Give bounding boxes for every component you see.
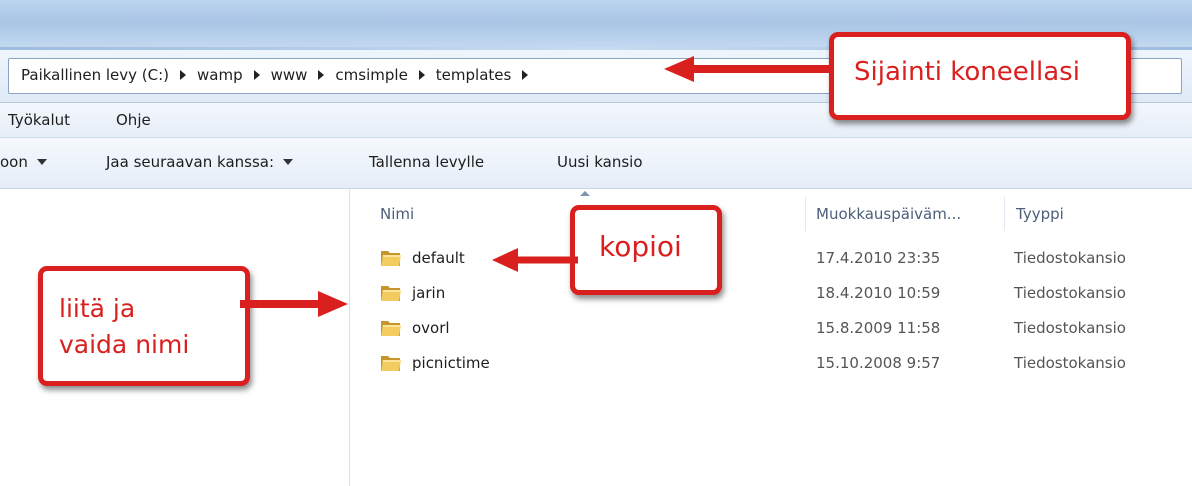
annotation-paste: liitä ja vaida nimi	[38, 266, 250, 386]
annotation-location-text: Sijainti koneellasi	[854, 57, 1080, 87]
burn-label: Tallenna levylle	[369, 153, 485, 171]
sort-ascending-icon	[580, 191, 590, 196]
organize-button[interactable]: oon	[0, 153, 47, 171]
share-with-button[interactable]: Jaa seuraavan kanssa:	[106, 153, 294, 171]
breadcrumb: Paikallinen levy (C:) wamp www cmsimple …	[21, 66, 539, 84]
organize-label: oon	[0, 153, 28, 171]
folder-icon	[381, 321, 401, 336]
annotation-paste-line1: liitä ja	[59, 294, 136, 323]
column-header-type[interactable]: Tyyppi	[1016, 205, 1064, 223]
folder-icon	[381, 286, 401, 301]
folder-icon	[381, 356, 401, 371]
annotation-paste-text: liitä ja vaida nimi	[59, 291, 189, 363]
chevron-right-icon[interactable]	[318, 70, 325, 80]
new-folder-label: Uusi kansio	[557, 153, 643, 171]
menu-tools[interactable]: Työkalut	[8, 111, 70, 129]
file-type: Tiedostokansio	[1014, 249, 1126, 267]
column-header-name[interactable]: Nimi	[380, 205, 414, 223]
annotation-copy: kopioi	[570, 205, 722, 295]
file-name: picnictime	[412, 354, 490, 372]
chevron-right-icon[interactable]	[180, 70, 187, 80]
file-date: 15.8.2009 11:58	[816, 319, 941, 337]
annotation-arrow-copy	[492, 248, 578, 272]
new-folder-button[interactable]: Uusi kansio	[557, 153, 643, 171]
file-type: Tiedostokansio	[1014, 319, 1126, 337]
breadcrumb-templates[interactable]: templates	[436, 66, 512, 84]
file-date: 18.4.2010 10:59	[816, 284, 941, 302]
file-row[interactable]: jarin 18.4.2010 10:59 Tiedostokansio	[380, 280, 1180, 310]
column-header-modified[interactable]: Muokkauspäiväm...	[816, 205, 961, 223]
annotation-copy-text: kopioi	[599, 230, 682, 263]
file-name: ovorl	[412, 319, 450, 337]
annotation-location: Sijainti koneellasi	[829, 32, 1131, 120]
chevron-down-icon	[36, 159, 47, 165]
file-list[interactable]: Nimi Muokkauspäiväm... Tyyppi default 17…	[350, 189, 1192, 486]
breadcrumb-www[interactable]: www	[271, 66, 308, 84]
chevron-right-icon[interactable]	[418, 70, 425, 80]
burn-button[interactable]: Tallenna levylle	[369, 153, 484, 171]
breadcrumb-drive[interactable]: Paikallinen levy (C:)	[21, 66, 169, 84]
column-divider[interactable]	[805, 197, 806, 231]
chevron-right-icon[interactable]	[253, 70, 260, 80]
annotation-paste-line2: vaida nimi	[59, 330, 190, 359]
folder-icon	[381, 251, 401, 266]
file-type: Tiedostokansio	[1014, 284, 1126, 302]
file-date: 15.10.2008 9:57	[816, 354, 941, 372]
command-bar: oon Jaa seuraavan kanssa: Tallenna levyl…	[0, 138, 1192, 189]
file-name: jarin	[412, 284, 446, 302]
chevron-right-icon[interactable]	[522, 70, 529, 80]
breadcrumb-wamp[interactable]: wamp	[197, 66, 243, 84]
column-divider[interactable]	[1004, 197, 1005, 231]
chevron-down-icon	[283, 159, 294, 165]
file-type: Tiedostokansio	[1014, 354, 1126, 372]
file-name: default	[412, 249, 465, 267]
file-date: 17.4.2010 23:35	[816, 249, 941, 267]
annotation-arrow-paste	[240, 291, 348, 317]
file-row[interactable]: picnictime 15.10.2008 9:57 Tiedostokansi…	[380, 350, 1180, 380]
menu-help[interactable]: Ohje	[116, 111, 151, 129]
file-row[interactable]: ovorl 15.8.2009 11:58 Tiedostokansio	[380, 315, 1180, 345]
annotation-arrow-location	[664, 56, 832, 82]
share-with-label: Jaa seuraavan kanssa:	[106, 153, 275, 171]
breadcrumb-cmsimple[interactable]: cmsimple	[335, 66, 407, 84]
